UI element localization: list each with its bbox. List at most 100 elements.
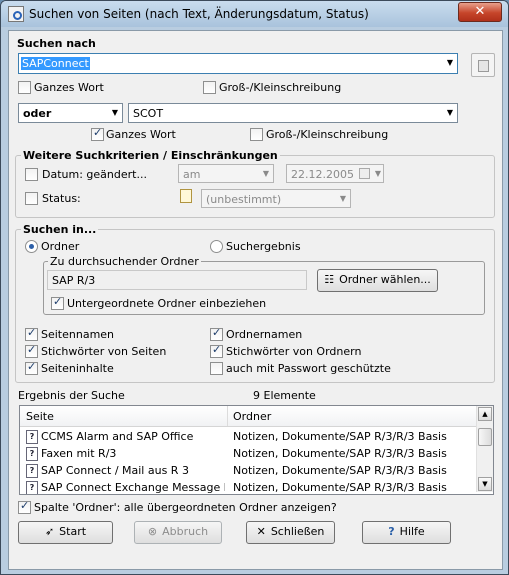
option-page-contents-label[interactable]: Seiteninhalte (41, 362, 114, 375)
show-parent-folders-checkbox[interactable] (18, 499, 31, 514)
row-page: CCMS Alarm and SAP Office (41, 430, 194, 443)
folder-radio[interactable] (25, 240, 38, 253)
option-folder-keywords-checkbox[interactable] (210, 343, 223, 358)
calendar-icon (359, 168, 370, 179)
case-sensitive-1-label[interactable]: Groß-/Kleinschreibung (219, 81, 341, 94)
option-page-keywords-label[interactable]: Stichwörter von Seiten (41, 345, 166, 358)
row-folder: Notizen, Dokumente/SAP R/3/R/3 Basis (233, 481, 447, 494)
choose-folder-button[interactable]: ☷ Ordner wählen... (317, 269, 438, 292)
search-term-1-combo[interactable]: SAPConnect ▼ (18, 53, 458, 74)
scroll-up-arrow-icon[interactable]: ▲ (478, 407, 492, 421)
cancel-icon: ⊗ (147, 525, 158, 538)
close-window-button[interactable]: ✕ (458, 2, 502, 22)
page-icon: ? (26, 430, 38, 444)
help-label: Hilfe (399, 525, 425, 538)
table-row[interactable]: ? CCMS Alarm and SAP Office Notizen, Dok… (20, 428, 477, 445)
row-folder: Notizen, Dokumente/SAP R/3/R/3 Basis (233, 430, 447, 443)
chevron-down-icon: ▼ (262, 169, 269, 178)
search-for-heading: Suchen nach (17, 37, 96, 50)
clear-search-button[interactable] (471, 53, 495, 77)
folder-group-label: Zu durchsuchender Ordner (48, 255, 201, 268)
case-sensitive-2-checkbox[interactable] (250, 128, 263, 141)
choose-folder-label: Ordner wählen... (339, 273, 431, 286)
results-scrollbar[interactable]: ▲ ▼ (476, 406, 493, 492)
whole-word-1-label[interactable]: Ganzes Wort (34, 81, 104, 94)
close-label: Schließen (270, 525, 325, 538)
whole-word-1-checkbox[interactable] (18, 81, 31, 94)
folder-radio-label[interactable]: Ordner (41, 240, 79, 253)
table-row[interactable]: ? SAP Connect / Mail aus R 3 Notizen, Do… (20, 462, 477, 479)
scroll-thumb[interactable] (478, 428, 492, 446)
chevron-down-icon[interactable]: ▼ (112, 108, 118, 117)
folder-tree-icon: ☷ (324, 273, 335, 286)
include-subfolders-checkbox[interactable] (51, 295, 64, 310)
option-page-contents-checkbox[interactable] (25, 360, 38, 375)
date-picker[interactable]: 22.12.2005 ▼ (286, 164, 384, 183)
cancel-button[interactable]: ⊗ Abbruch (134, 521, 222, 544)
option-page-keywords-checkbox[interactable] (25, 343, 38, 358)
help-icon: ? (388, 525, 395, 538)
dialog-client-area: Suchen nach SAPConnect ▼ Ganzes Wort Gro… (8, 30, 503, 570)
start-button[interactable]: ➶ Start (18, 521, 113, 544)
operator-select[interactable]: oder ▼ (18, 103, 123, 123)
folder-path-value: SAP R/3 (52, 274, 96, 287)
search-app-icon (8, 6, 24, 22)
results-heading: Ergebnis der Suche (18, 389, 125, 402)
chevron-down-icon: ▼ (374, 169, 381, 178)
results-list[interactable]: Seite Ordner ? CCMS Alarm and SAP Office… (19, 405, 494, 495)
chevron-down-icon[interactable]: ▼ (447, 108, 453, 117)
page-icon: ? (26, 464, 38, 478)
result-radio-label[interactable]: Suchergebnis (226, 240, 301, 253)
date-checkbox[interactable] (25, 168, 38, 181)
option-folder-names-checkbox[interactable] (210, 326, 223, 341)
chevron-down-icon[interactable]: ▼ (447, 58, 453, 67)
option-password-protected-label[interactable]: auch mit Passwort geschützte (226, 362, 391, 375)
date-label[interactable]: Datum: geändert... (42, 168, 147, 181)
search-in-heading: Suchen in... (21, 223, 99, 236)
column-divider[interactable] (227, 406, 228, 426)
row-folder: Notizen, Dokumente/SAP R/3/R/3 Basis (233, 464, 447, 477)
row-page: SAP Connect / Mail aus R 3 (41, 464, 189, 477)
title-bar[interactable]: Suchen von Seiten (nach Text, Änderungsd… (1, 1, 508, 27)
table-row[interactable]: ? Faxen mit R/3 Notizen, Dokumente/SAP R… (20, 445, 477, 462)
row-folder: Notizen, Dokumente/SAP R/3/R/3 Basis (233, 447, 447, 460)
whole-word-2-checkbox[interactable] (91, 126, 104, 141)
result-radio[interactable] (210, 240, 223, 253)
criteria-heading: Weitere Suchkriterien / Einschränkungen (21, 149, 280, 162)
search-term-2-value[interactable]: SCOT (133, 107, 163, 120)
option-page-names-checkbox[interactable] (25, 326, 38, 341)
column-header-page[interactable]: Seite (26, 410, 54, 423)
option-folder-keywords-label[interactable]: Stichwörter von Ordnern (226, 345, 361, 358)
case-sensitive-1-checkbox[interactable] (203, 81, 216, 94)
case-sensitive-2-label[interactable]: Groß-/Kleinschreibung (266, 128, 388, 141)
status-label[interactable]: Status: (42, 192, 81, 205)
date-value: 22.12.2005 (291, 168, 354, 181)
row-page: SAP Connect Exchange Message h (41, 481, 225, 494)
status-select[interactable]: (unbestimmt) ▼ (201, 189, 351, 208)
search-term-1-value[interactable]: SAPConnect (21, 57, 90, 70)
help-button[interactable]: ? Hilfe (362, 521, 451, 544)
status-checkbox[interactable] (25, 192, 38, 205)
search-term-2-combo[interactable]: SCOT ▼ (128, 103, 458, 123)
status-page-icon (180, 189, 192, 203)
include-subfolders-label[interactable]: Untergeordnete Ordner einbeziehen (67, 297, 266, 310)
trash-icon (478, 60, 489, 72)
table-row[interactable]: ? SAP Connect Exchange Message h Notizen… (20, 479, 477, 494)
column-header-folder[interactable]: Ordner (233, 410, 271, 423)
page-icon: ? (26, 447, 38, 461)
option-page-names-label[interactable]: Seitennamen (41, 328, 114, 341)
folder-path-field: SAP R/3 (47, 270, 307, 290)
date-operator-select[interactable]: am ▼ (178, 164, 274, 183)
page-icon: ? (26, 481, 38, 494)
close-button[interactable]: ✕ Schließen (246, 521, 335, 544)
results-count: 9 Elemente (253, 389, 316, 402)
cancel-label: Abbruch (162, 525, 209, 538)
option-password-protected-checkbox[interactable] (210, 362, 223, 375)
whole-word-2-label[interactable]: Ganzes Wort (106, 128, 176, 141)
option-folder-names-label[interactable]: Ordnernamen (226, 328, 302, 341)
operator-value[interactable]: oder (23, 107, 51, 120)
show-parent-folders-label[interactable]: Spalte 'Ordner': alle übergeordneten Ord… (34, 501, 337, 514)
scroll-down-arrow-icon[interactable]: ▼ (478, 477, 492, 491)
chevron-down-icon: ▼ (339, 194, 346, 203)
close-icon: ✕ (256, 525, 266, 538)
